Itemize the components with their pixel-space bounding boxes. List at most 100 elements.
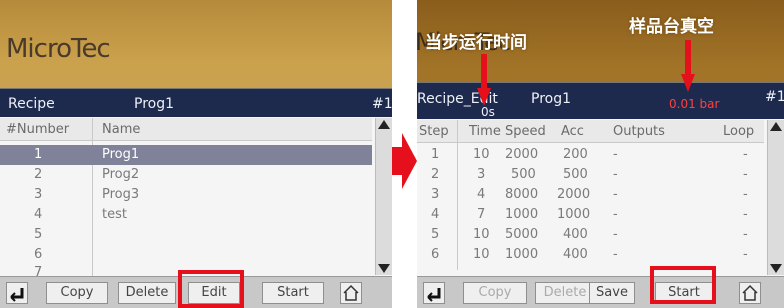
cell-loop: - (743, 227, 748, 242)
table-header: #Number Name (0, 118, 372, 141)
back-button[interactable] (423, 282, 445, 304)
scroll-up-icon[interactable] (378, 120, 390, 129)
cell-loop: - (743, 167, 748, 182)
cell-time: 7 (477, 207, 486, 222)
home-button[interactable] (340, 282, 362, 304)
home-button[interactable] (739, 282, 761, 304)
back-button[interactable] (6, 282, 28, 304)
table-row[interactable]: 5 10 5000 400 - - (417, 225, 764, 245)
cell-loop: - (743, 147, 748, 162)
copy-button[interactable]: Copy (46, 282, 108, 304)
row-number: 4 (34, 207, 43, 222)
table-row[interactable]: 3 Prog3 (0, 185, 372, 205)
start-button[interactable]: Start (262, 282, 324, 304)
cell-speed: 5000 (505, 227, 539, 242)
delete-button[interactable]: Delete (118, 282, 176, 304)
table-row[interactable]: 6 (0, 245, 372, 265)
table-row[interactable]: 2 Prog2 (0, 165, 372, 185)
column-speed: Speed (505, 124, 546, 139)
row-number: 2 (34, 167, 43, 182)
button-bar: Copy Delete Save Start (417, 276, 784, 308)
edit-highlight-box (178, 270, 244, 308)
table-row[interactable]: 1 10 2000 200 - - (417, 145, 764, 165)
scroll-down-icon[interactable] (770, 264, 782, 273)
table-row[interactable]: 5 (0, 225, 372, 245)
screen-title: Recipe (8, 96, 55, 112)
row-name: Prog1 (102, 147, 140, 162)
column-acc: Acc (561, 124, 584, 139)
cell-time: 4 (477, 187, 486, 202)
program-name: Prog1 (134, 96, 175, 112)
program-name: Prog1 (531, 91, 572, 107)
table-row[interactable]: 3 4 8000 2000 - - (417, 185, 764, 205)
cell-speed: 8000 (505, 187, 539, 202)
stage-vacuum-annotation: 样品台真空 (629, 17, 714, 37)
home-icon (742, 284, 758, 301)
cell-loop: - (743, 247, 748, 262)
column-time: Time (469, 124, 501, 139)
cell-time: 3 (477, 167, 486, 182)
scrollbar[interactable] (375, 118, 392, 275)
cell-step: 6 (431, 247, 440, 262)
cell-acc: 400 (563, 247, 588, 262)
cell-outputs: - (613, 227, 618, 242)
arrow-down-icon (681, 40, 695, 92)
column-name: Name (102, 122, 141, 137)
scroll-down-icon[interactable] (378, 264, 390, 273)
cell-time: 10 (473, 147, 490, 162)
back-icon (10, 288, 24, 302)
cell-acc: 2000 (557, 187, 591, 202)
column-loop: Loop (723, 124, 755, 139)
cell-speed: 1000 (505, 247, 539, 262)
row-number: 6 (34, 247, 43, 262)
delete-button[interactable]: Delete (535, 282, 595, 304)
machine-number: #1 (372, 96, 392, 112)
row-number: 3 (34, 187, 43, 202)
brand-logo: MicroTec (6, 34, 111, 64)
title-bar: Recipe Prog1 #1 (0, 89, 392, 117)
cell-step: 1 (431, 147, 440, 162)
table-row[interactable]: 2 3 500 500 - - (417, 165, 764, 185)
cell-loop: - (743, 207, 748, 222)
step-runtime-annotation: 当步运行时间 (425, 33, 527, 53)
table-row[interactable]: 6 10 1000 400 - - (417, 245, 764, 265)
arrow-right-icon (392, 133, 417, 189)
cell-outputs: - (613, 187, 618, 202)
row-number: 5 (34, 227, 43, 242)
cell-step: 5 (431, 227, 440, 242)
cell-time: 10 (473, 247, 490, 262)
cell-outputs: - (613, 247, 618, 262)
recipe-edit-screen: Recipe_Edit Prog1 0s 0.01 bar #1 Step Ti… (417, 82, 784, 308)
cell-acc: 500 (563, 167, 588, 182)
cell-speed: 1000 (505, 207, 539, 222)
step-time-value: 0s (481, 105, 495, 119)
machine-number: #1 (765, 89, 784, 105)
cell-acc: 400 (563, 227, 588, 242)
table-row[interactable]: 4 7 1000 1000 - - (417, 205, 764, 225)
row-name: Prog3 (102, 187, 140, 202)
row-number: 1 (34, 147, 43, 162)
title-bar: Recipe_Edit Prog1 0s 0.01 bar #1 (417, 83, 784, 119)
cell-speed: 2000 (505, 147, 539, 162)
scrollbar[interactable] (767, 120, 784, 275)
cell-outputs: - (613, 207, 618, 222)
table-header: Step Time Speed Acc Outputs Loop (417, 120, 764, 143)
arrow-down-icon (477, 54, 491, 106)
cell-time: 10 (473, 227, 490, 242)
cell-acc: 200 (563, 147, 588, 162)
table-row[interactable]: 4 test (0, 205, 372, 225)
scroll-up-icon[interactable] (770, 122, 782, 131)
cell-outputs: - (613, 147, 618, 162)
cell-outputs: - (613, 167, 618, 182)
save-button[interactable]: Save (589, 282, 635, 304)
right-screen-photo: MicroTec Recipe_Edit Prog1 0s 0.01 bar #… (417, 0, 784, 308)
cell-speed: 500 (511, 167, 536, 182)
row-name: Prog2 (102, 167, 140, 182)
copy-button[interactable]: Copy (463, 282, 527, 304)
cell-acc: 1000 (557, 207, 591, 222)
left-screen-photo: MicroTec Recipe Prog1 #1 #Number Name 1 … (0, 0, 392, 308)
table-row[interactable]: 1 Prog1 (0, 145, 372, 165)
cell-loop: - (743, 187, 748, 202)
cell-step: 3 (431, 187, 440, 202)
column-step: Step (419, 124, 449, 139)
